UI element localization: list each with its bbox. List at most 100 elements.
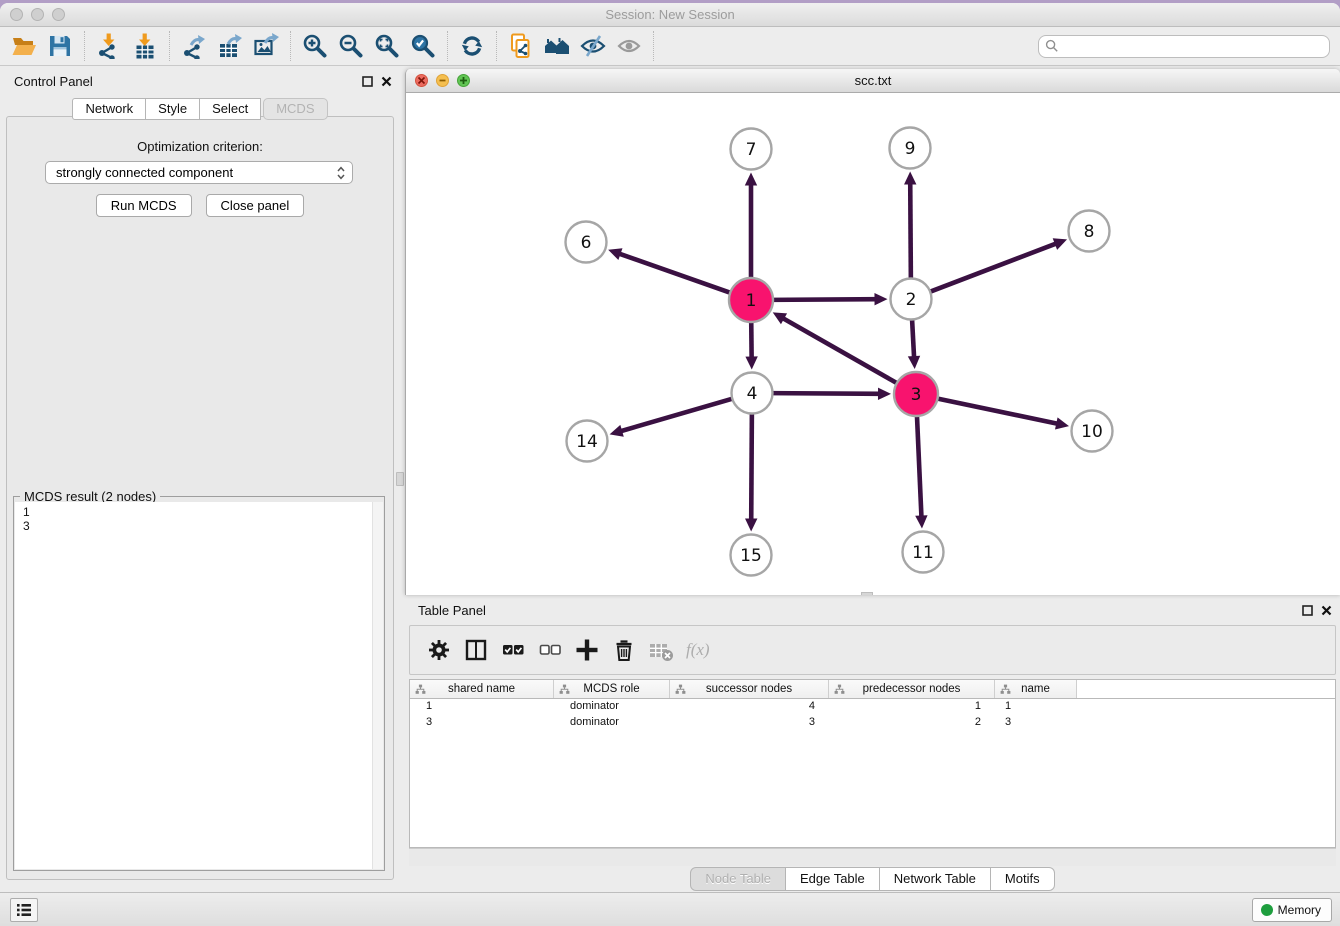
table-cell: 1 bbox=[995, 699, 1077, 715]
graph-node-9[interactable]: 9 bbox=[890, 128, 931, 169]
table-row[interactable]: 1dominator411 bbox=[410, 699, 1335, 715]
horizontal-splitter-handle[interactable] bbox=[861, 592, 873, 595]
control-panel-title: Control Panel bbox=[14, 74, 93, 89]
zoom-fit-icon[interactable] bbox=[369, 31, 405, 61]
graph-edge-3-1[interactable] bbox=[782, 318, 897, 384]
graph-edge-3-11[interactable] bbox=[917, 415, 922, 518]
create-column-icon[interactable] bbox=[568, 632, 605, 668]
deselect-all-columns-icon[interactable] bbox=[531, 632, 568, 668]
graph-edge-arrowhead bbox=[610, 425, 624, 437]
tab-network-table[interactable]: Network Table bbox=[880, 867, 991, 891]
graph-node-11[interactable]: 11 bbox=[903, 532, 944, 573]
graph-edge-3-10[interactable] bbox=[937, 398, 1059, 424]
svg-text:1: 1 bbox=[746, 291, 757, 311]
graph-node-8[interactable]: 8 bbox=[1069, 211, 1110, 252]
graph-node-2[interactable]: 2 bbox=[891, 279, 932, 320]
task-history-button[interactable] bbox=[10, 898, 38, 922]
main-toolbar bbox=[0, 27, 1340, 66]
graph-node-15[interactable]: 15 bbox=[731, 535, 772, 576]
control-panel: Control Panel NetworkStyleSelectMCDS Opt… bbox=[0, 67, 400, 892]
show-eye-icon[interactable] bbox=[611, 31, 647, 61]
graph-edge-4-3[interactable] bbox=[771, 393, 880, 394]
graph-edge-4-15[interactable] bbox=[751, 412, 752, 520]
mcds-result-scrollbar[interactable] bbox=[372, 502, 383, 869]
table-cell: 1 bbox=[829, 699, 995, 715]
float-panel-icon[interactable] bbox=[362, 76, 373, 87]
table-row[interactable]: 3dominator323 bbox=[410, 715, 1335, 731]
import-table-icon[interactable] bbox=[127, 31, 163, 61]
function-builder-icon: f(x) bbox=[679, 632, 716, 668]
tab-style[interactable]: Style bbox=[146, 98, 200, 120]
tab-motifs[interactable]: Motifs bbox=[991, 867, 1055, 891]
tab-mcds[interactable]: MCDS bbox=[263, 98, 327, 120]
network-window-titlebar: scc.txt bbox=[406, 69, 1340, 93]
search-input[interactable] bbox=[1038, 35, 1330, 58]
graph-edge-2-3[interactable] bbox=[912, 318, 914, 358]
zoom-out-icon[interactable] bbox=[333, 31, 369, 61]
column-header-MCDS-role[interactable]: MCDS role bbox=[554, 680, 670, 698]
graph-edge-1-2[interactable] bbox=[772, 299, 877, 300]
export-network-icon[interactable] bbox=[176, 31, 212, 61]
graph-node-3[interactable]: 3 bbox=[894, 372, 938, 416]
mcds-result-textarea[interactable]: 1 3 bbox=[15, 502, 372, 869]
graph-node-14[interactable]: 14 bbox=[567, 421, 608, 462]
svg-text:10: 10 bbox=[1081, 422, 1103, 442]
tab-network[interactable]: Network bbox=[72, 98, 146, 120]
toolbar-group bbox=[448, 31, 497, 61]
svg-text:9: 9 bbox=[905, 139, 916, 159]
table-settings-icon[interactable] bbox=[420, 632, 457, 668]
graph-edge-2-8[interactable] bbox=[929, 243, 1057, 292]
graph-node-4[interactable]: 4 bbox=[732, 373, 773, 414]
hide-eye-icon[interactable] bbox=[575, 31, 611, 61]
graph-node-6[interactable]: 6 bbox=[566, 222, 607, 263]
memory-button[interactable]: Memory bbox=[1252, 898, 1332, 922]
application-window: Session: New Session Control Panel bbox=[0, 3, 1340, 926]
close-table-panel-icon[interactable] bbox=[1321, 605, 1332, 616]
tab-edge-table[interactable]: Edge Table bbox=[786, 867, 880, 891]
zoom-selected-icon[interactable] bbox=[405, 31, 441, 61]
close-panel-button[interactable]: Close panel bbox=[206, 194, 305, 217]
toolbar-group bbox=[170, 31, 291, 61]
delete-column-icon[interactable] bbox=[605, 632, 642, 668]
graph-edge-arrowhead bbox=[874, 293, 887, 305]
graph-edge-2-9[interactable] bbox=[910, 182, 911, 279]
select-all-columns-icon[interactable] bbox=[494, 632, 531, 668]
delete-table-icon bbox=[642, 632, 679, 668]
toggle-columns-icon[interactable] bbox=[457, 632, 494, 668]
run-mcds-button[interactable]: Run MCDS bbox=[96, 194, 192, 217]
table-cell: dominator bbox=[554, 699, 670, 715]
open-session-icon[interactable] bbox=[6, 31, 42, 61]
column-header-name[interactable]: name bbox=[995, 680, 1077, 698]
column-header-successor-nodes[interactable]: successor nodes bbox=[670, 680, 829, 698]
save-session-icon[interactable] bbox=[42, 31, 78, 61]
clone-network-icon[interactable] bbox=[503, 31, 539, 61]
home-icon[interactable] bbox=[539, 31, 575, 61]
close-panel-icon[interactable] bbox=[381, 76, 392, 87]
tab-select[interactable]: Select bbox=[200, 98, 261, 120]
graph-node-1[interactable]: 1 bbox=[729, 278, 773, 322]
mcds-result-group: MCDS result (2 nodes) 1 3 bbox=[13, 496, 385, 871]
graph-node-7[interactable]: 7 bbox=[731, 129, 772, 170]
graph-edge-1-6[interactable] bbox=[619, 253, 732, 293]
column-header-predecessor-nodes[interactable]: predecessor nodes bbox=[829, 680, 995, 698]
table-panel-title: Table Panel bbox=[418, 603, 486, 618]
network-graph-canvas[interactable]: 7 9 6 8 1 2 4 3 14 10 15 11 bbox=[406, 93, 1340, 595]
zoom-in-icon[interactable] bbox=[297, 31, 333, 61]
graph-edge-4-14[interactable] bbox=[620, 398, 733, 431]
node-table[interactable]: shared nameMCDS rolesuccessor nodesprede… bbox=[409, 679, 1336, 848]
column-header-shared-name[interactable]: shared name bbox=[410, 680, 554, 698]
table-panel: Table Panel f(x) shared nameMCDS rolesuc… bbox=[405, 599, 1340, 890]
tab-node-table[interactable]: Node Table bbox=[690, 867, 786, 891]
export-table-icon[interactable] bbox=[212, 31, 248, 61]
table-rows: 1dominator4113dominator323 bbox=[410, 699, 1335, 731]
import-network-icon[interactable] bbox=[91, 31, 127, 61]
float-table-panel-icon[interactable] bbox=[1302, 605, 1313, 616]
table-cell: 4 bbox=[670, 699, 829, 715]
vertical-splitter-handle[interactable] bbox=[396, 472, 404, 486]
stepper-arrows-icon bbox=[336, 166, 346, 180]
graph-node-10[interactable]: 10 bbox=[1072, 411, 1113, 452]
optimization-criterion-label: Optimization criterion: bbox=[7, 139, 393, 154]
refresh-icon[interactable] bbox=[454, 31, 490, 61]
optimization-criterion-select[interactable]: strongly connected component bbox=[45, 161, 353, 184]
export-image-icon[interactable] bbox=[248, 31, 284, 61]
